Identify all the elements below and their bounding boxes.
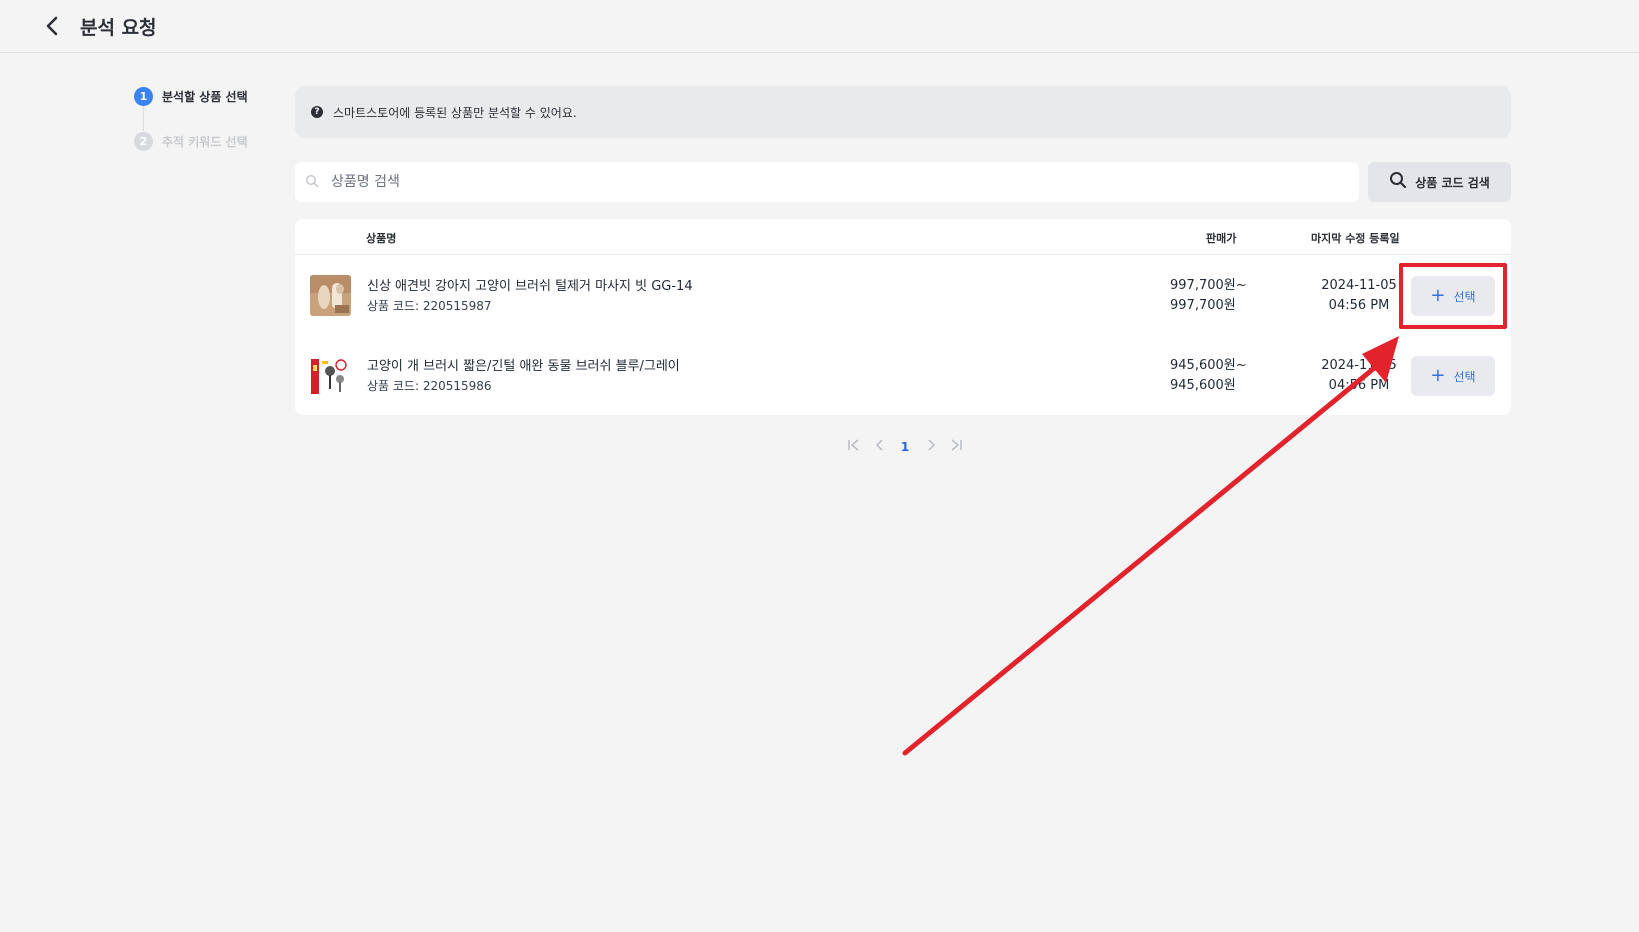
product-table: 상품명 판매가 마지막 수정 등록일 신상 애견빗 강아지 고양이 브러쉬 털제… xyxy=(295,219,1511,415)
header-last-modified: 마지막 수정 등록일 xyxy=(1311,232,1400,245)
price-min: 997,700원~ xyxy=(1170,278,1247,293)
time-value: 04:56 PM xyxy=(1328,378,1390,393)
question-circle-icon: ? xyxy=(311,106,323,118)
product-code-search-button[interactable]: 상품 코드 검색 xyxy=(1368,162,1511,202)
button-label: 선택 xyxy=(1453,369,1476,384)
table-row: 신상 애견빗 강아지 고양이 브러쉬 털제거 마사지 빗 GG-14 상품 코드… xyxy=(295,255,1511,335)
info-notice: ? 스마트스토어에 등록된 상품만 분석할 수 있어요. xyxy=(295,86,1511,138)
table-header: 상품명 판매가 마지막 수정 등록일 xyxy=(295,219,1511,255)
search-icon xyxy=(305,173,319,192)
step-number: 2 xyxy=(134,131,153,151)
product-thumbnail xyxy=(310,355,351,396)
last-page-icon[interactable] xyxy=(947,439,965,455)
product-name: 고양이 개 브러시 짧은/긴털 애완 동물 브러쉬 블루/그레이 xyxy=(367,359,680,374)
product-code: 상품 코드: 220515986 xyxy=(367,379,492,393)
notice-text: 스마트스토어에 등록된 상품만 분석할 수 있어요. xyxy=(333,105,577,120)
plus-icon: + xyxy=(1430,365,1446,386)
select-product-button[interactable]: + 선택 xyxy=(1411,276,1495,316)
price-min: 945,600원~ xyxy=(1170,358,1247,373)
product-name-search-input[interactable] xyxy=(331,174,1231,190)
button-label: 상품 코드 검색 xyxy=(1415,175,1490,190)
step-number: 1 xyxy=(134,86,153,106)
select-product-button[interactable]: + 선택 xyxy=(1411,356,1495,396)
prev-page-icon[interactable] xyxy=(871,439,889,455)
top-bar: 분석 요청 xyxy=(0,0,1639,53)
step-select-keyword: 2 추적 키워드 선택 xyxy=(134,131,274,151)
date-value: 2024-11-05 xyxy=(1321,358,1397,373)
plus-icon: + xyxy=(1430,285,1446,306)
table-row: 고양이 개 브러시 짧은/긴털 애완 동물 브러쉬 블루/그레이 상품 코드: … xyxy=(295,335,1511,415)
product-code: 상품 코드: 220515987 xyxy=(367,299,492,313)
product-name: 신상 애견빗 강아지 고양이 브러쉬 털제거 마사지 빗 GG-14 xyxy=(367,279,693,294)
last-modified-date: 2024-11-05 04:56 PM xyxy=(1306,276,1412,316)
back-arrow-icon[interactable] xyxy=(40,14,64,38)
product-price: 997,700원~ 997,700원 xyxy=(1170,276,1247,316)
time-value: 04:56 PM xyxy=(1328,298,1390,313)
step-label: 분석할 상품 선택 xyxy=(162,89,248,104)
product-thumbnail xyxy=(310,275,351,316)
date-value: 2024-11-05 xyxy=(1321,278,1397,293)
button-label: 선택 xyxy=(1453,289,1476,304)
product-search-box xyxy=(295,162,1359,202)
search-icon xyxy=(1389,171,1407,193)
price-max: 997,700원 xyxy=(1170,298,1236,313)
stepper: 1 분석할 상품 선택 2 추적 키워드 선택 xyxy=(134,86,274,151)
header-price: 판매가 xyxy=(1206,232,1237,245)
step-select-product[interactable]: 1 분석할 상품 선택 xyxy=(134,86,274,106)
page-title: 분석 요청 xyxy=(80,17,157,39)
first-page-icon[interactable] xyxy=(845,439,863,455)
product-price: 945,600원~ 945,600원 xyxy=(1170,356,1247,396)
page-number-current[interactable]: 1 xyxy=(896,440,914,454)
step-connector xyxy=(143,106,144,131)
step-label: 추적 키워드 선택 xyxy=(162,134,248,149)
header-product-name: 상품명 xyxy=(366,232,397,245)
next-page-icon[interactable] xyxy=(922,439,940,455)
price-max: 945,600원 xyxy=(1170,378,1236,393)
pagination: 1 xyxy=(845,436,965,458)
last-modified-date: 2024-11-05 04:56 PM xyxy=(1306,356,1412,396)
